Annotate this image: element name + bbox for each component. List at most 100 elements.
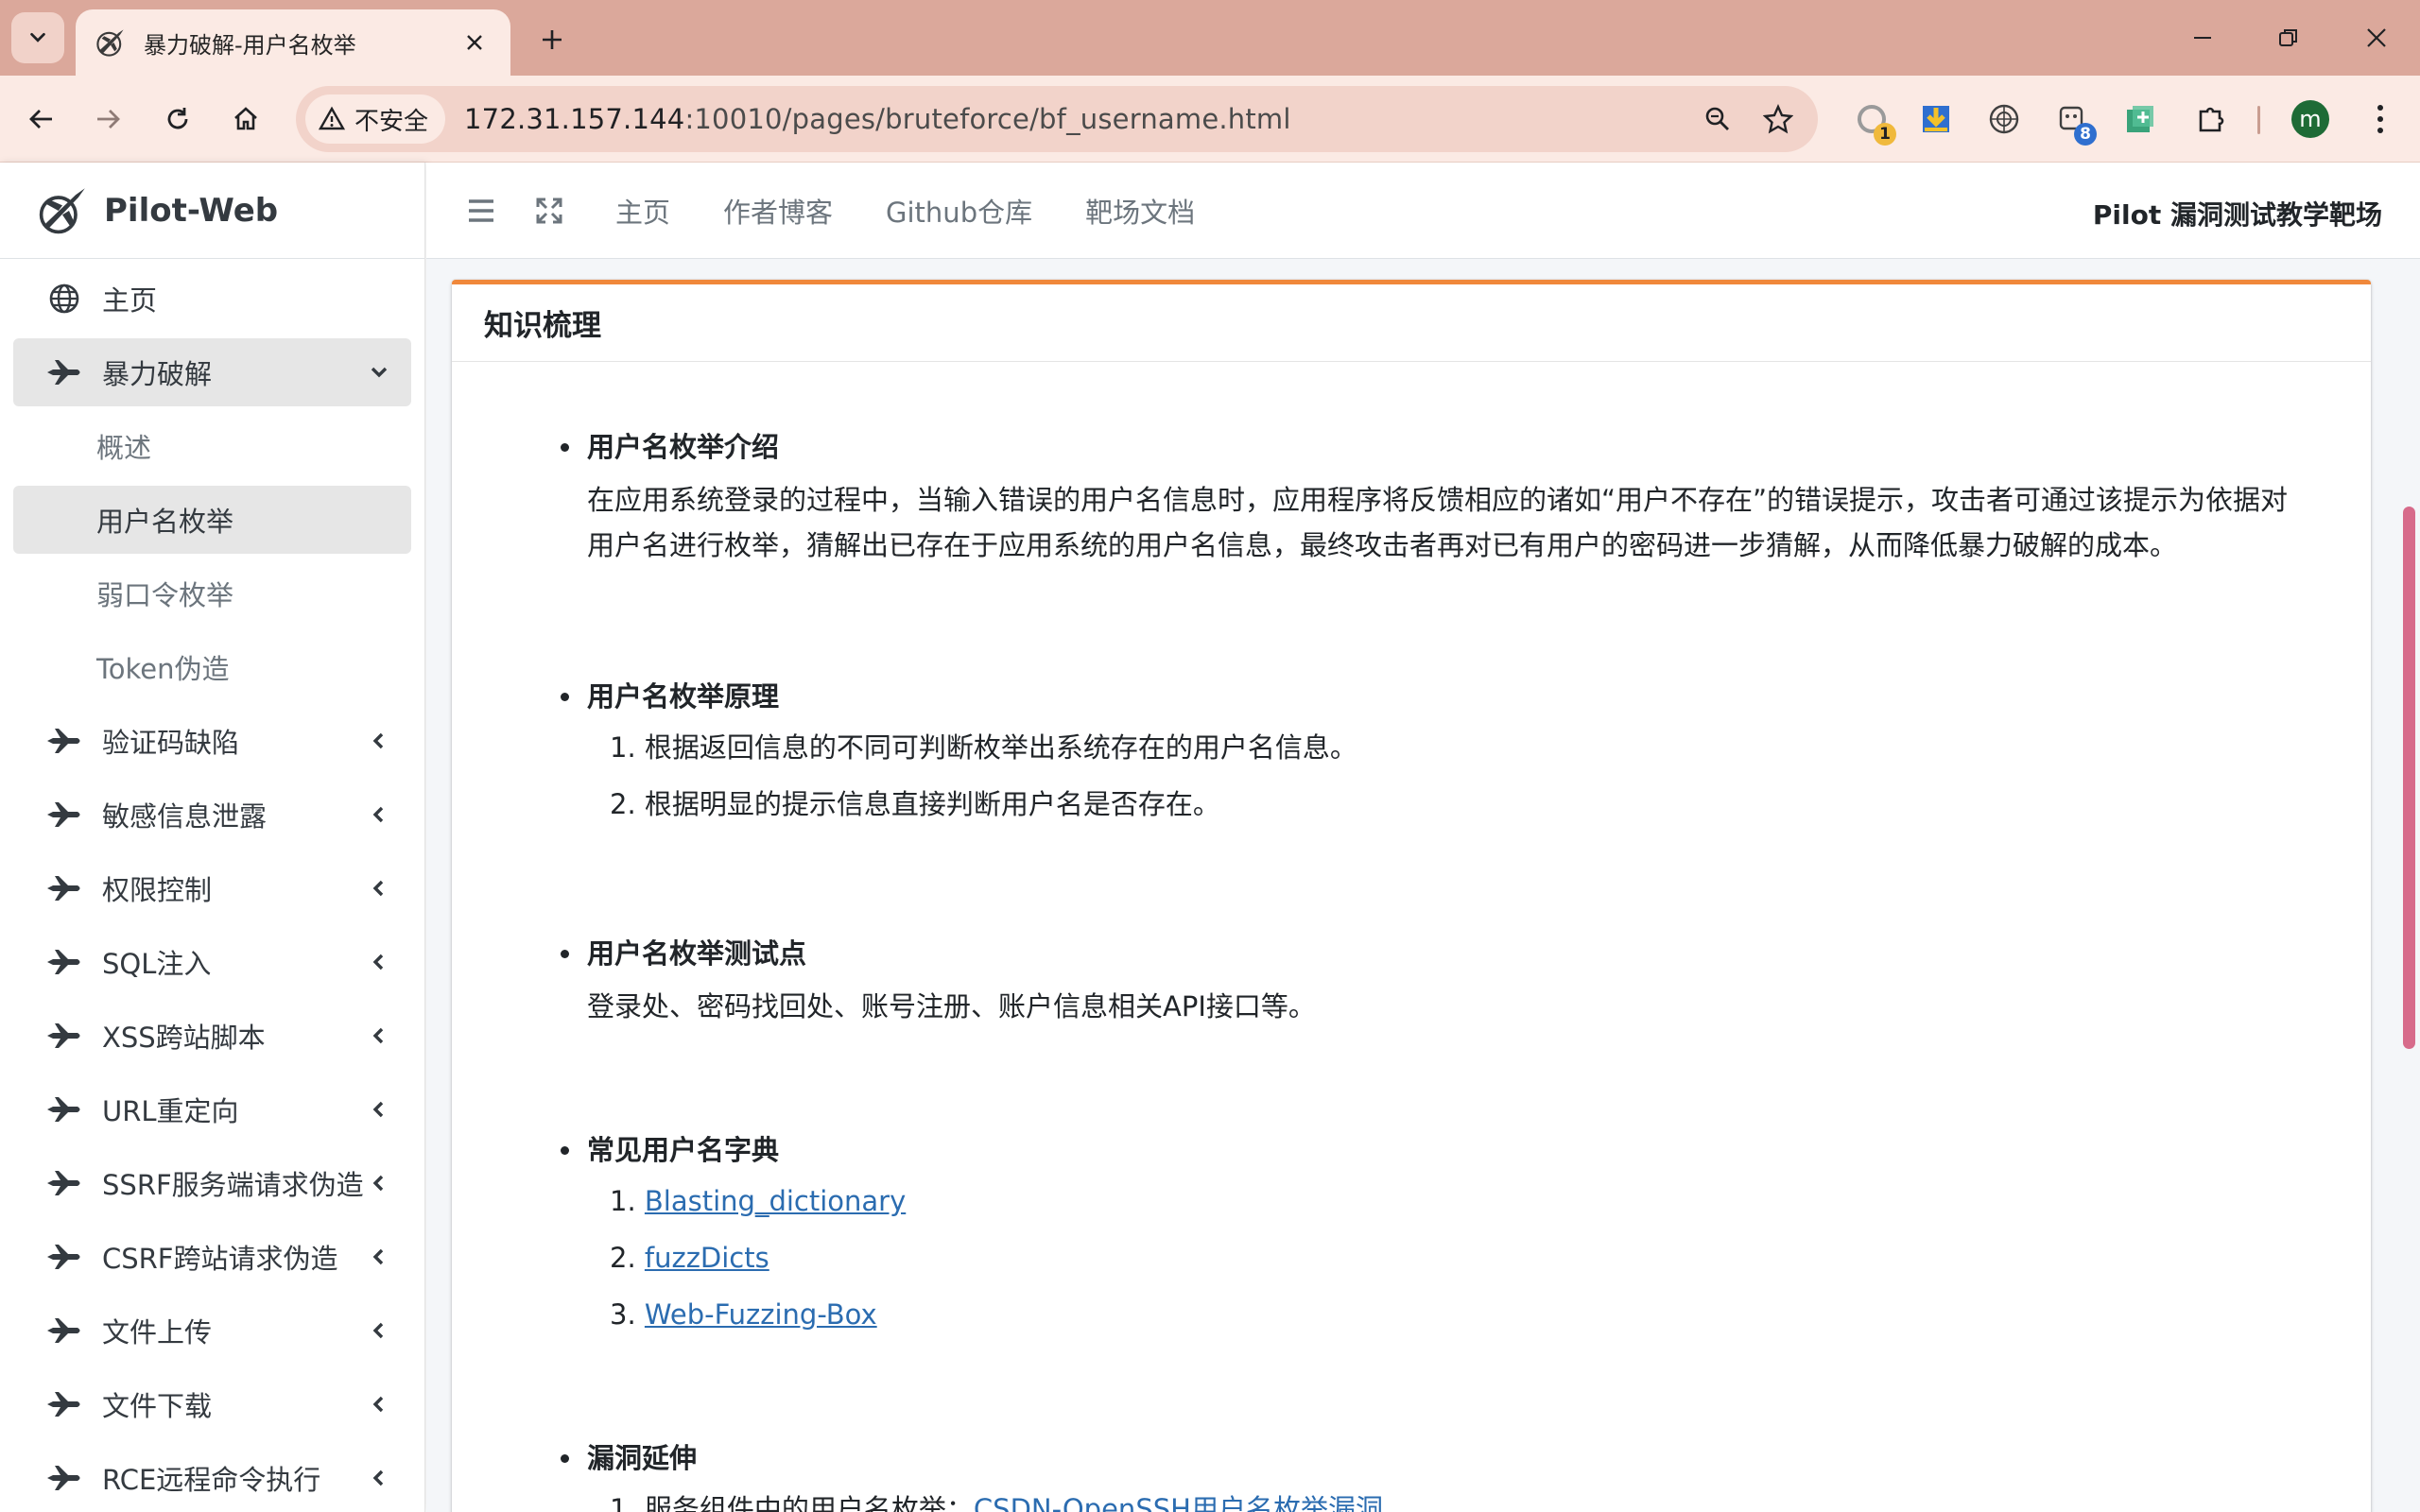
section-title: 漏洞延伸 <box>561 1435 2276 1481</box>
sidebar-menu-item[interactable]: XSS跨站脚本 <box>13 1002 411 1070</box>
reload-button[interactable] <box>157 98 199 140</box>
chevron-left-icon <box>372 954 384 971</box>
globe-icon <box>45 280 83 318</box>
sidebar-item-bruteforce[interactable]: 暴力破解 <box>13 338 411 406</box>
plane-icon <box>45 722 83 760</box>
link-blasting-dictionary[interactable]: Blasting_dictionary <box>645 1185 906 1217</box>
list-item: 3. Web-Fuzzing-Box <box>610 1298 877 1331</box>
plane-logo-icon <box>39 187 85 233</box>
reload-icon <box>167 108 188 129</box>
plane-icon <box>45 1238 83 1276</box>
sidebar-menu-item[interactable]: 权限控制 <box>13 854 411 922</box>
link-csdn-openssh[interactable]: CSDN-OpenSSH用户名枚举漏洞 <box>974 1493 1383 1512</box>
list-item: 1. 根据返回信息的不同可判断枚举出系统存在的用户名信息。 <box>610 731 1357 764</box>
tab-close-button[interactable] <box>458 26 492 60</box>
link-fuzzdicts[interactable]: fuzzDicts <box>645 1242 769 1274</box>
chevron-left-icon <box>372 1175 384 1192</box>
extension-5[interactable] <box>2118 96 2163 142</box>
security-indicator[interactable]: 不安全 <box>305 94 446 144</box>
section-intro: 用户名枚举介绍 在应用系统登录的过程中，当输入错误的用户名信息时，应用程序将反馈… <box>561 424 2288 568</box>
extension-badge: 8 <box>2074 123 2097 146</box>
section-title: 用户名枚举介绍 <box>561 424 2276 470</box>
list-item: 1. 服务组件中的用户名枚举：CSDN-OpenSSH用户名枚举漏洞 <box>587 1481 2276 1512</box>
topnav-link-docs[interactable]: 靶场文档 <box>1085 191 1195 231</box>
section-text: 在应用系统登录的过程中，当输入错误的用户名信息时，应用程序将反馈相应的诸如“用户… <box>587 484 2289 561</box>
sidebar-item-label: URL重定向 <box>102 1095 239 1127</box>
link-web-fuzzing-box[interactable]: Web-Fuzzing-Box <box>645 1298 877 1331</box>
list-item: 2. fuzzDicts <box>610 1242 769 1274</box>
plane-icon <box>45 796 83 833</box>
sidebar-menu-item[interactable]: SQL注入 <box>13 928 411 996</box>
tab-title: 暴力破解-用户名枚举 <box>144 31 356 59</box>
toolbar-divider <box>2257 106 2260 134</box>
zoom-button[interactable] <box>1697 98 1738 140</box>
restore-button[interactable] <box>2264 15 2313 60</box>
sidebar-menu-item[interactable]: 文件下载 <box>13 1370 411 1438</box>
brand-name: Pilot-Web <box>104 191 279 230</box>
browser-menu-button[interactable] <box>2358 96 2403 142</box>
fullscreen-button[interactable] <box>528 190 570 232</box>
extensions-menu-button[interactable] <box>2187 96 2233 142</box>
browser-tab[interactable]: 暴力破解-用户名枚举 <box>76 9 510 76</box>
plane-icon <box>45 1017 83 1055</box>
home-button[interactable] <box>225 98 267 140</box>
tab-search-button[interactable] <box>11 12 64 63</box>
sidebar-menu-item[interactable]: 验证码缺陷 <box>13 707 411 775</box>
sidebar-item-label: 敏感信息泄露 <box>102 800 268 833</box>
extension-4[interactable]: 8 <box>2049 96 2097 146</box>
sidebar-menu-item[interactable]: URL重定向 <box>13 1075 411 1143</box>
sidebar-menu-item[interactable]: 敏感信息泄露 <box>13 781 411 849</box>
extension-3[interactable] <box>1981 96 2027 142</box>
sidebar-item-label: RCE远程命令执行 <box>102 1464 321 1496</box>
sidebar-item-label: 权限控制 <box>102 874 213 906</box>
extension-1[interactable]: 1 <box>1849 96 1896 146</box>
chevron-left-icon <box>372 880 384 897</box>
compass-icon <box>1989 104 2019 134</box>
warning-icon <box>319 106 345 130</box>
sidebar-item-home[interactable]: 主页 <box>13 265 411 333</box>
knowledge-card: 知识梳理 用户名枚举介绍 在应用系统登录的过程中，当输入错误的用户名信息时，应用… <box>452 280 2371 1512</box>
profile-avatar[interactable]: m <box>2291 100 2329 138</box>
hamburger-icon <box>469 198 493 222</box>
new-tab-button[interactable] <box>531 19 573 60</box>
minimize-button[interactable] <box>2178 15 2227 60</box>
section-extension: 漏洞延伸 1. 服务组件中的用户名枚举：CSDN-OpenSSH用户名枚举漏洞 <box>561 1435 2276 1512</box>
address-bar[interactable]: 不安全 172.31.157.144:10010/pages/bruteforc… <box>296 86 1818 152</box>
card-header: 知识梳理 <box>452 284 2371 362</box>
close-window-button[interactable] <box>2352 15 2401 60</box>
sidebar-menu-list: 验证码缺陷敏感信息泄露 权限控制 SQL注入 XSS跨站脚本 URL重定向 SSRF服务端… <box>13 707 411 1512</box>
menu-toggle-button[interactable] <box>460 190 502 232</box>
chevron-left-icon <box>372 806 384 823</box>
back-button[interactable] <box>21 98 62 140</box>
section-test-points: 用户名枚举测试点 登录处、密码找回处、账号注册、账户信息相关API接口等。 <box>561 931 2276 1029</box>
sidebar-menu-item[interactable]: CSRF跨站请求伪造 <box>13 1223 411 1291</box>
sidebar-subitem-token-forgery[interactable]: Token伪造 <box>13 633 411 701</box>
sidebar-menu-item[interactable]: RCE远程命令执行 <box>13 1444 411 1512</box>
topnav-link-blog[interactable]: 作者博客 <box>723 191 833 231</box>
brand[interactable]: Pilot-Web <box>0 163 424 259</box>
section-dictionaries: 常见用户名字典 1. Blasting_dictionary 2. fuzzDi… <box>561 1127 2276 1343</box>
scrollbar-thumb[interactable] <box>2403 507 2415 1049</box>
bookmark-button[interactable] <box>1757 98 1799 140</box>
url-text[interactable]: 172.31.157.144:10010/pages/bruteforce/bf… <box>464 103 1697 135</box>
download-icon <box>1923 106 1949 132</box>
plane-logo-icon <box>96 29 124 57</box>
plane-icon <box>45 1459 83 1497</box>
chevron-left-icon <box>372 732 384 749</box>
sidebar-subitem-weak-password[interactable]: 弱口令枚举 <box>13 559 411 627</box>
topnav-link-home[interactable]: 主页 <box>615 191 670 231</box>
section-title: 常见用户名字典 <box>561 1127 2276 1173</box>
sidebar-subitem-username-enum[interactable]: 用户名枚举 <box>13 486 411 554</box>
forward-button[interactable] <box>87 98 129 140</box>
sidebar-item-label: 文件下载 <box>102 1390 213 1422</box>
sidebar-menu-item[interactable]: SSRF服务端请求伪造 <box>13 1149 411 1217</box>
sidebar-menu-item[interactable]: 文件上传 <box>13 1297 411 1365</box>
topnav-link-github[interactable]: Github仓库 <box>886 191 1032 231</box>
extension-download[interactable] <box>1913 96 1959 142</box>
sidebar-item-label: SQL注入 <box>102 948 212 980</box>
browser-toolbar: 不安全 172.31.157.144:10010/pages/bruteforc… <box>0 76 2420 163</box>
sidebar-subitem-overview[interactable]: 概述 <box>13 412 411 480</box>
tab-strip: 暴力破解-用户名枚举 <box>0 0 2420 76</box>
puzzle-icon <box>2199 107 2224 132</box>
url-path: :10010/pages/bruteforce/bf_username.html <box>684 103 1291 135</box>
